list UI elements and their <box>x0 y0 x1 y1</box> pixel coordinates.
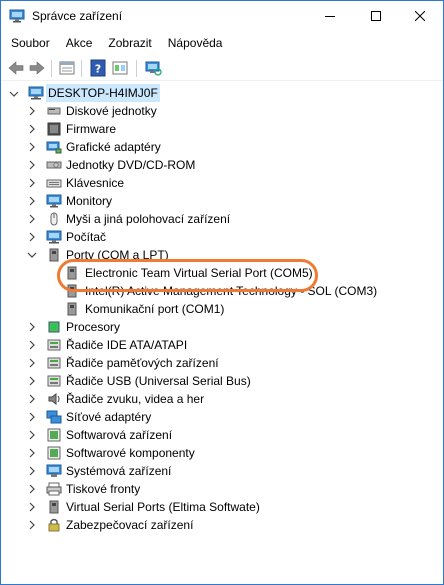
expand-chevron-icon[interactable] <box>27 178 37 188</box>
close-button[interactable] <box>397 1 443 31</box>
sound-icon <box>48 393 60 405</box>
security-device-icon <box>48 518 60 532</box>
tree-category-label[interactable]: Procesory <box>66 318 120 336</box>
svg-text:?: ? <box>95 63 101 76</box>
tree-category-label[interactable]: Monitory <box>66 192 112 210</box>
expand-chevron-icon[interactable] <box>27 124 37 134</box>
port-device-label[interactable]: Komunikační port (COM1) <box>85 300 224 318</box>
tree-category-label[interactable]: Počítač <box>66 228 106 246</box>
system-device-icon <box>46 464 62 477</box>
tree-category-label[interactable]: Řadiče zvuku, videa a her <box>66 390 204 408</box>
menu-bar: Soubor Akce Zobrazit Nápověda <box>1 32 443 53</box>
device-tree: DESKTOP-H4IMJ0F Diskové jednotky Firmware… <box>1 84 443 584</box>
expand-chevron-icon[interactable] <box>27 466 37 476</box>
device-manager-window: Správce zařízení Soubor Akce Zobrazit Ná… <box>0 0 444 585</box>
usb-controller-icon <box>47 375 61 387</box>
mouse-icon <box>50 212 58 226</box>
expand-chevron-icon[interactable] <box>27 448 37 458</box>
expand-chevron-icon[interactable] <box>27 394 37 404</box>
monitor-icon <box>46 194 62 208</box>
title-bar[interactable]: Správce zařízení <box>1 1 443 31</box>
tree-category-label[interactable]: Řadiče paměťových zařízení <box>66 354 219 372</box>
maximize-button[interactable] <box>353 1 399 31</box>
menu-napoveda[interactable]: Nápověda <box>158 32 229 53</box>
window-title: Správce zařízení <box>32 9 123 23</box>
network-adapter-icon <box>46 410 62 424</box>
highlight-oval <box>57 259 318 292</box>
help-icon[interactable]: ? <box>89 59 107 77</box>
tree-category-label[interactable]: Softwarové komponenty <box>66 444 195 462</box>
tree-category-label[interactable]: Softwarová zařízení <box>66 426 172 444</box>
toolbar: ? <box>1 56 443 81</box>
expand-chevron-icon[interactable] <box>27 430 37 440</box>
menu-zobrazit[interactable]: Zobrazit <box>98 32 157 53</box>
tree-category-label[interactable]: Zabezpečovací zařízení <box>66 516 193 534</box>
expand-chevron-icon[interactable] <box>27 412 37 422</box>
tree-category-label[interactable]: Firmware <box>66 120 116 138</box>
firmware-icon <box>47 122 61 136</box>
menu-akce[interactable]: Akce <box>56 32 99 53</box>
expand-chevron-icon[interactable] <box>27 340 37 350</box>
computer-icon <box>46 230 62 244</box>
software-device-icon <box>47 428 61 442</box>
toolbar-separator <box>136 60 137 77</box>
minimize-icon <box>325 16 335 17</box>
tree-category-label[interactable]: Systémová zařízení <box>66 462 171 480</box>
tree-category-label[interactable]: Diskové jednotky <box>66 102 157 120</box>
toolbar-separator <box>51 60 52 77</box>
collapse-chevron-icon[interactable] <box>27 250 37 260</box>
dvd-drive-icon <box>46 161 62 169</box>
collapse-chevron-icon[interactable] <box>9 89 19 99</box>
back-arrow-icon[interactable] <box>7 59 25 77</box>
expand-chevron-icon[interactable] <box>27 358 37 368</box>
tree-category-label[interactable]: Grafické adaptéry <box>66 138 161 156</box>
device-manager-icon <box>9 9 25 23</box>
tree-category-label[interactable]: Síťové adaptéry <box>66 408 151 426</box>
processor-icon <box>48 321 60 333</box>
port-icon <box>49 248 59 262</box>
display-adapter-icon <box>46 141 62 154</box>
menu-soubor[interactable]: Soubor <box>1 32 56 53</box>
properties-icon[interactable] <box>58 59 76 77</box>
root-computer-label[interactable]: DESKTOP-H4IMJ0F <box>46 84 160 102</box>
disk-drive-icon <box>47 107 61 115</box>
expand-chevron-icon[interactable] <box>27 232 37 242</box>
expand-chevron-icon[interactable] <box>27 376 37 386</box>
virtual-port-icon <box>49 500 59 514</box>
tree-category-label[interactable]: Myši a jiná polohovací zařízení <box>66 210 230 228</box>
tree-category-label[interactable]: Klávesnice <box>66 174 124 192</box>
port-icon <box>67 302 77 316</box>
tree-category-label[interactable]: Virtual Serial Ports (Eltima Softwate) <box>66 498 260 516</box>
expand-chevron-icon[interactable] <box>27 520 37 530</box>
tree-category-label[interactable]: Řadiče USB (Universal Serial Bus) <box>66 372 251 390</box>
keyboard-icon <box>46 179 62 188</box>
expand-chevron-icon[interactable] <box>27 484 37 494</box>
print-queue-icon <box>46 482 62 496</box>
computer-icon <box>28 86 44 100</box>
expand-chevron-icon[interactable] <box>27 502 37 512</box>
storage-controller-icon <box>47 357 61 369</box>
expand-chevron-icon[interactable] <box>27 160 37 170</box>
close-icon <box>415 11 425 21</box>
expand-chevron-icon[interactable] <box>27 214 37 224</box>
software-component-icon <box>47 446 61 460</box>
minimize-button[interactable] <box>307 1 353 31</box>
tree-category-label[interactable]: Jednotky DVD/CD-ROM <box>66 156 195 174</box>
expand-chevron-icon[interactable] <box>27 106 37 116</box>
tree-category-label[interactable]: Tiskové fronty <box>66 480 140 498</box>
ide-controller-icon <box>47 339 61 351</box>
tree-category-label[interactable]: Řadiče IDE ATA/ATAPI <box>66 336 187 354</box>
maximize-icon <box>371 11 381 21</box>
expand-chevron-icon[interactable] <box>27 142 37 152</box>
show-hidden-icon[interactable] <box>111 59 129 77</box>
toolbar-separator <box>81 60 82 77</box>
scan-hardware-icon[interactable] <box>144 59 162 77</box>
expand-chevron-icon[interactable] <box>27 322 37 332</box>
expand-chevron-icon[interactable] <box>27 196 37 206</box>
forward-arrow-icon[interactable] <box>28 59 46 77</box>
